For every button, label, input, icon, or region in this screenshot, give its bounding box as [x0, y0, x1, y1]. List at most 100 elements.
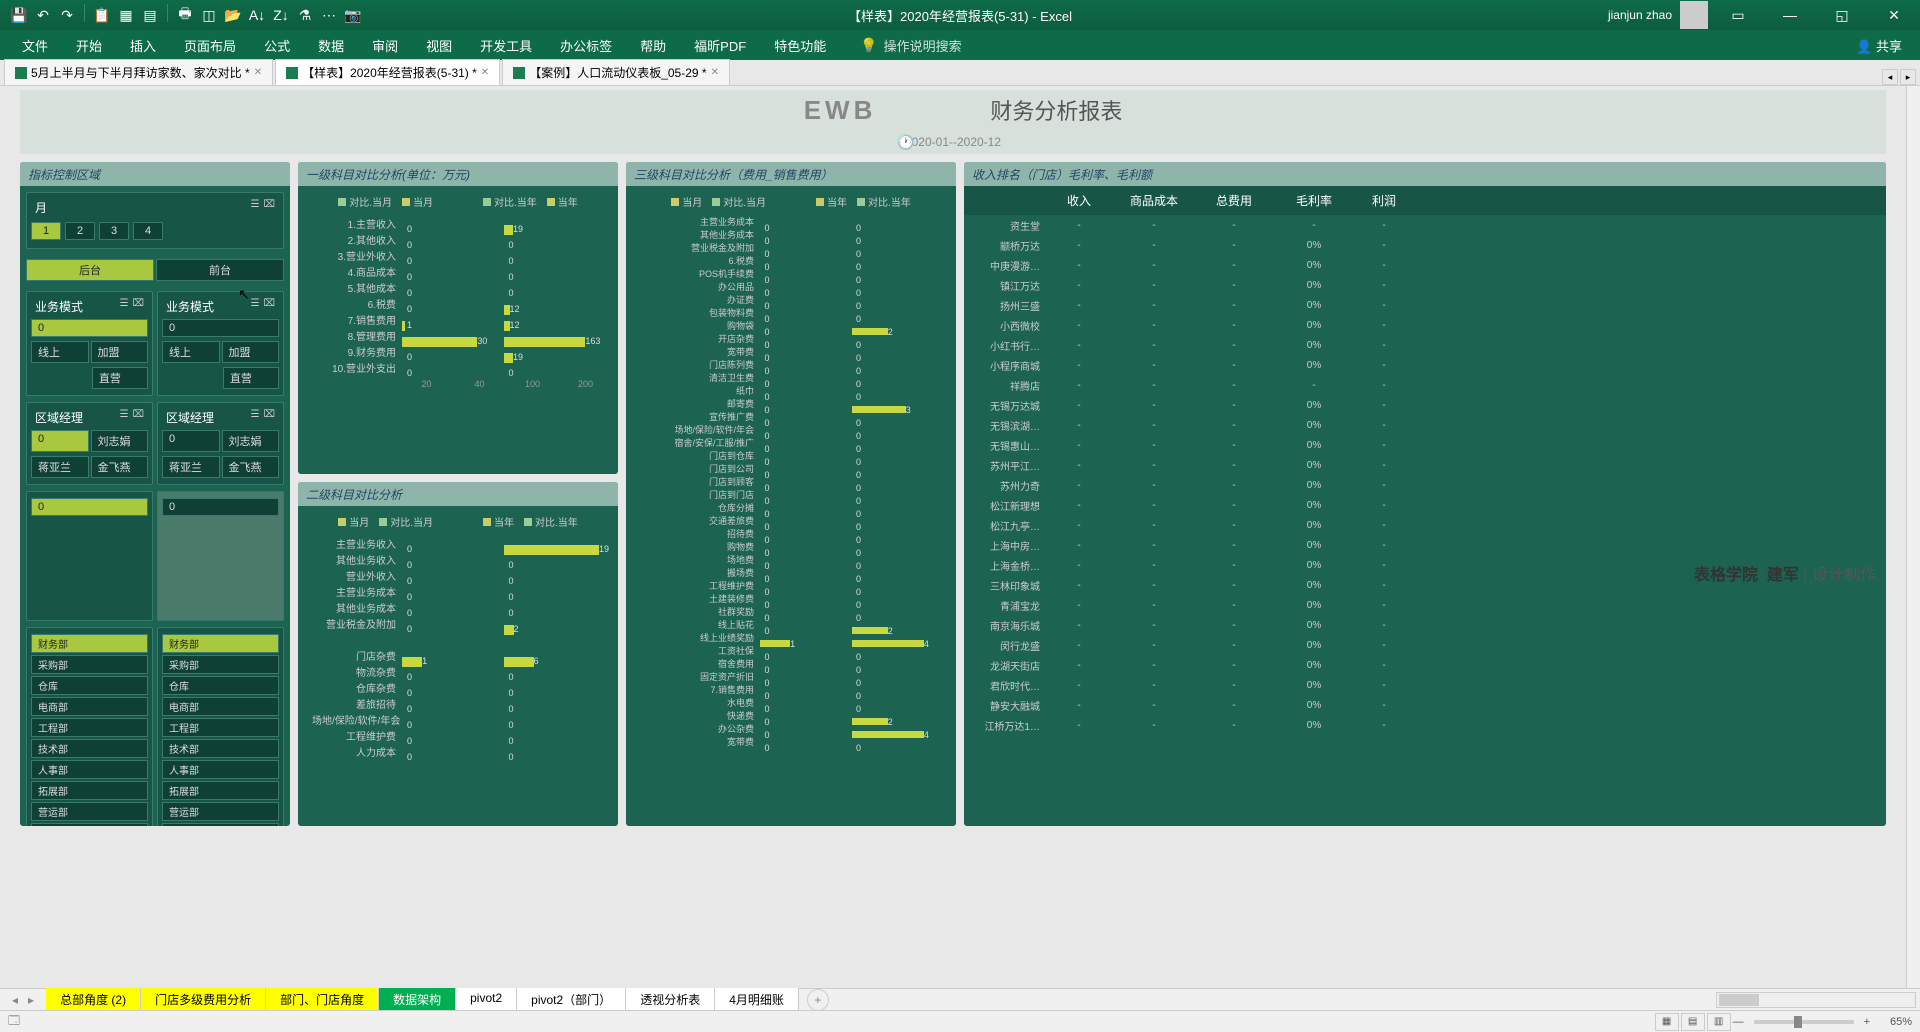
- paste-icon[interactable]: 📋: [91, 4, 113, 26]
- scroll-right-icon[interactable]: ▸: [1900, 69, 1916, 85]
- tab-layout[interactable]: 页面布局: [170, 30, 250, 61]
- close-icon[interactable]: ✕: [1872, 0, 1916, 30]
- slicer-item[interactable]: 财务部: [162, 634, 279, 653]
- slicer-item[interactable]: 加盟: [91, 341, 149, 363]
- sort-desc-icon[interactable]: Z↓: [270, 4, 292, 26]
- slicer-item[interactable]: 蒋亚兰: [162, 456, 220, 478]
- tell-me-search[interactable]: 💡 操作说明搜索: [860, 36, 961, 55]
- slicer-item[interactable]: 人事部: [31, 760, 148, 779]
- scroll-left-icon[interactable]: ◂: [1882, 69, 1898, 85]
- redo-icon[interactable]: ↷: [56, 4, 78, 26]
- open-icon[interactable]: 📂: [222, 4, 244, 26]
- vertical-scrollbar[interactable]: [1906, 86, 1920, 988]
- tab-close-icon[interactable]: ✕: [481, 67, 489, 78]
- slicer-item[interactable]: 拓展部: [31, 781, 148, 800]
- slicer-item[interactable]: 直营部: [31, 823, 148, 826]
- add-sheet-button[interactable]: +: [807, 989, 829, 1011]
- horizontal-scrollbar[interactable]: [1716, 992, 1916, 1008]
- share-button[interactable]: 👤 共享: [1846, 32, 1912, 59]
- slicer-item[interactable]: 0: [162, 319, 279, 337]
- slicer-item[interactable]: 人事部: [162, 760, 279, 779]
- sheet-tab[interactable]: 4月明细账: [715, 988, 799, 1011]
- slicer-item[interactable]: 技术部: [31, 739, 148, 758]
- page-break-icon[interactable]: ▥: [1707, 1013, 1731, 1031]
- slicer-item[interactable]: 仓库: [31, 676, 148, 695]
- sheet-tab[interactable]: pivot2: [456, 988, 517, 1011]
- slicer-item[interactable]: 0: [31, 430, 89, 452]
- sheet-nav-last-icon[interactable]: ▸: [24, 993, 38, 1007]
- tab-data[interactable]: 数据: [304, 30, 358, 61]
- tab-help[interactable]: 帮助: [626, 30, 680, 61]
- sheet-tab[interactable]: 部门、门店角度: [266, 988, 379, 1011]
- zoom-out-icon[interactable]: —: [1733, 1016, 1744, 1028]
- slicer-item[interactable]: 电商部: [31, 697, 148, 716]
- tab-file[interactable]: 文件: [8, 30, 62, 61]
- clear-icon[interactable]: ⌧: [263, 199, 275, 216]
- slicer-item[interactable]: 0: [162, 498, 279, 516]
- slicer-item[interactable]: 前台: [156, 259, 284, 281]
- slicer-item[interactable]: 3: [99, 222, 129, 240]
- undo-icon[interactable]: ↶: [32, 4, 54, 26]
- slicer-item[interactable]: 线上: [162, 341, 220, 363]
- normal-view-icon[interactable]: ▦: [1655, 1013, 1679, 1031]
- slicer-item[interactable]: 营运部: [162, 802, 279, 821]
- tab-close-icon[interactable]: ✕: [254, 67, 262, 78]
- slicer-item[interactable]: 工程部: [162, 718, 279, 737]
- slicer-item[interactable]: 技术部: [162, 739, 279, 758]
- sheet-tab[interactable]: 透视分析表: [626, 988, 715, 1011]
- sheet-tab[interactable]: pivot2（部门）: [517, 988, 626, 1011]
- slicer-item[interactable]: 拓展部: [162, 781, 279, 800]
- slicer-item[interactable]: 财务部: [31, 634, 148, 653]
- slicer-item[interactable]: 刘志娟: [222, 430, 280, 452]
- slicer-item[interactable]: 加盟: [222, 341, 280, 363]
- tab-home[interactable]: 开始: [62, 30, 116, 61]
- page-layout-icon[interactable]: ▤: [1681, 1013, 1705, 1031]
- filter-icon[interactable]: ⚗: [294, 4, 316, 26]
- tab-office[interactable]: 办公标签: [546, 30, 626, 61]
- slicer-item[interactable]: 蒋亚兰: [31, 456, 89, 478]
- multiselect-icon[interactable]: ☰: [251, 199, 260, 216]
- slicer-item[interactable]: 工程部: [31, 718, 148, 737]
- slicer-item[interactable]: 金飞燕: [91, 456, 149, 478]
- slicer-item[interactable]: 2: [65, 222, 95, 240]
- tab-view[interactable]: 视图: [412, 30, 466, 61]
- slicer-item[interactable]: 1: [31, 222, 61, 240]
- slicer-item[interactable]: 采购部: [31, 655, 148, 674]
- slicer-item[interactable]: 直营部: [162, 823, 279, 826]
- zoom-slider[interactable]: [1754, 1020, 1854, 1024]
- sheet-tab[interactable]: 数据架构: [379, 988, 456, 1011]
- slicer-item[interactable]: 营运部: [31, 802, 148, 821]
- border-icon[interactable]: ▦: [115, 4, 137, 26]
- slicer-item[interactable]: 采购部: [162, 655, 279, 674]
- sheet-tab[interactable]: 门店多级费用分析: [141, 988, 266, 1011]
- tab-formula[interactable]: 公式: [250, 30, 304, 61]
- maximize-icon[interactable]: ◱: [1820, 0, 1864, 30]
- slicer-item[interactable]: 金飞燕: [222, 456, 280, 478]
- tab-foxit[interactable]: 福昕PDF: [680, 30, 760, 61]
- slicer-item[interactable]: 0: [31, 498, 148, 516]
- slicer-item[interactable]: 直营: [92, 367, 148, 389]
- slicer-item[interactable]: 后台: [26, 259, 154, 281]
- workbook-tab[interactable]: 5月上半月与下半月拜访家数、家次对比 *✕: [4, 59, 273, 85]
- slicer-item[interactable]: 4: [133, 222, 163, 240]
- tab-review[interactable]: 审阅: [358, 30, 412, 61]
- zoom-level[interactable]: 65%: [1872, 1016, 1912, 1028]
- tab-close-icon[interactable]: ✕: [711, 67, 719, 78]
- slicer-item[interactable]: 线上: [31, 341, 89, 363]
- slicer-item[interactable]: 仓库: [162, 676, 279, 695]
- save-icon[interactable]: 💾: [8, 4, 30, 26]
- zoom-in-icon[interactable]: +: [1864, 1016, 1870, 1028]
- workbook-tab[interactable]: 【案例】人口流动仪表板_05-29 *✕: [502, 59, 730, 85]
- workbook-tab[interactable]: 【样表】2020年经营报表(5-31) *✕: [275, 59, 500, 85]
- tab-insert[interactable]: 插入: [116, 30, 170, 61]
- ribbon-options-icon[interactable]: ▭: [1716, 0, 1760, 30]
- screenshot-icon[interactable]: 📷: [342, 4, 364, 26]
- print-icon[interactable]: 🖶: [174, 4, 196, 26]
- more-icon[interactable]: ⋯: [318, 4, 340, 26]
- sheet-nav-first-icon[interactable]: ◂: [8, 993, 22, 1007]
- fill-icon[interactable]: ▤: [139, 4, 161, 26]
- slicer-item[interactable]: 电商部: [162, 697, 279, 716]
- slicer-item[interactable]: 直营: [223, 367, 279, 389]
- sheet-tab[interactable]: 总部角度 (2): [46, 988, 141, 1011]
- user-avatar[interactable]: [1680, 1, 1708, 29]
